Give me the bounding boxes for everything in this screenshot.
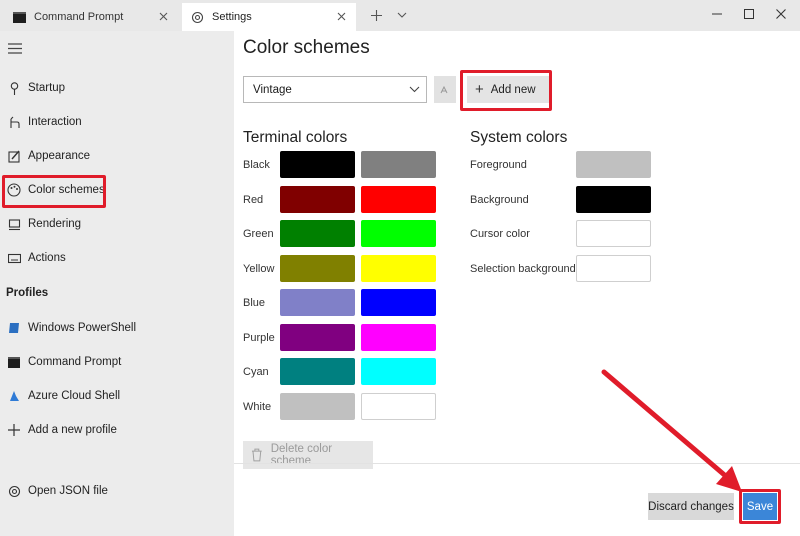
swatch-white[interactable]	[280, 393, 355, 420]
sidebar-item-label: Open JSON file	[28, 485, 108, 497]
swatch-blue[interactable]	[280, 289, 355, 316]
tab-command-prompt[interactable]: Command Prompt	[4, 3, 178, 31]
swatch-bright-red[interactable]	[361, 186, 436, 213]
add-new-highlight-box	[460, 70, 552, 111]
sidebar: Startup Interaction Appearance Color sch…	[0, 31, 234, 536]
interaction-icon	[6, 114, 22, 130]
swatch-selection-background[interactable]	[576, 255, 651, 282]
color-scheme-select[interactable]: Vintage	[243, 76, 427, 103]
sidebar-item-appearance[interactable]: Appearance	[0, 141, 234, 171]
color-label-cyan: Cyan	[243, 366, 269, 378]
tab-label: Command Prompt	[34, 11, 124, 23]
color-label-black: Black	[243, 159, 270, 171]
json-gear-icon	[6, 483, 22, 499]
sidebar-item-label: Add a new profile	[28, 424, 117, 436]
sidebar-item-label: Startup	[28, 82, 66, 94]
plus-icon	[6, 422, 22, 438]
sidebar-item-command-prompt[interactable]: Command Prompt	[0, 347, 234, 377]
close-window-icon[interactable]	[762, 0, 800, 28]
color-label-cursor: Cursor color	[470, 228, 530, 240]
color-label-yellow: Yellow	[243, 263, 275, 275]
title-bar: Command Prompt Settings	[0, 0, 800, 31]
rename-icon	[440, 85, 448, 93]
sidebar-item-add-profile[interactable]: Add a new profile	[0, 415, 234, 445]
chevron-down-icon[interactable]	[390, 4, 414, 26]
sidebar-item-windows-powershell[interactable]: Windows PowerShell	[0, 313, 234, 343]
save-highlight-box	[739, 489, 781, 524]
swatch-bright-yellow[interactable]	[361, 255, 436, 282]
close-icon[interactable]	[334, 9, 348, 23]
chevron-down-icon	[409, 84, 420, 96]
sidebar-item-label: Rendering	[28, 218, 82, 230]
swatch-yellow[interactable]	[280, 255, 355, 282]
sidebar-item-interaction[interactable]: Interaction	[0, 107, 234, 137]
startup-icon	[6, 80, 22, 96]
color-label-background: Background	[470, 194, 529, 206]
sidebar-item-label: Appearance	[28, 150, 91, 162]
swatch-green[interactable]	[280, 220, 355, 247]
page-title: Color schemes	[243, 37, 370, 58]
color-label-blue: Blue	[243, 297, 266, 309]
swatch-cursor[interactable]	[576, 220, 651, 247]
sidebar-item-label: Interaction	[28, 116, 82, 128]
color-label-foreground: Foreground	[470, 159, 527, 171]
color-schemes-highlight-box	[2, 175, 106, 208]
open-json-file-button[interactable]: Open JSON file	[0, 476, 234, 506]
swatch-cyan[interactable]	[280, 358, 355, 385]
color-scheme-select-value: Vintage	[253, 83, 292, 96]
swatch-bright-green[interactable]	[361, 220, 436, 247]
terminal-icon	[12, 10, 26, 24]
footer-divider	[234, 463, 800, 464]
azure-icon	[6, 388, 22, 404]
sidebar-item-azure-cloud-shell[interactable]: Azure Cloud Shell	[0, 381, 234, 411]
color-label-selection-background: Selection background	[470, 263, 576, 275]
color-label-green: Green	[243, 228, 274, 240]
swatch-bright-black[interactable]	[361, 151, 436, 178]
sidebar-item-label: Command Prompt	[28, 356, 122, 368]
close-icon[interactable]	[156, 9, 170, 23]
tab-label: Settings	[212, 11, 252, 23]
swatch-purple[interactable]	[280, 324, 355, 351]
swatch-black[interactable]	[280, 151, 355, 178]
sidebar-item-startup[interactable]: Startup	[0, 73, 234, 103]
terminal-icon	[6, 354, 22, 370]
swatch-bright-white[interactable]	[361, 393, 436, 420]
appearance-icon	[6, 148, 22, 164]
color-label-white: White	[243, 401, 272, 413]
swatch-bright-blue[interactable]	[361, 289, 436, 316]
color-label-red: Red	[243, 194, 264, 206]
swatch-bright-cyan[interactable]	[361, 358, 436, 385]
rename-scheme-button[interactable]	[434, 76, 456, 103]
discard-changes-button[interactable]: Discard changes	[648, 493, 734, 520]
main-panel: Color schemes Vintage + Add new Terminal…	[234, 31, 800, 536]
powershell-icon	[6, 320, 22, 336]
sidebar-item-label: Azure Cloud Shell	[28, 390, 121, 402]
sidebar-item-label: Actions	[28, 252, 66, 264]
profiles-header: Profiles	[6, 287, 49, 299]
new-tab-icon[interactable]	[364, 4, 388, 26]
rendering-icon	[6, 216, 22, 232]
color-label-purple: Purple	[243, 332, 275, 344]
delete-color-scheme-button[interactable]: Delete color scheme	[243, 441, 373, 469]
swatch-red[interactable]	[280, 186, 355, 213]
sidebar-item-actions[interactable]: Actions	[0, 243, 234, 273]
swatch-foreground[interactable]	[576, 151, 651, 178]
swatch-bright-purple[interactable]	[361, 324, 436, 351]
trash-icon	[251, 448, 262, 462]
gear-icon	[190, 10, 204, 24]
swatch-background[interactable]	[576, 186, 651, 213]
terminal-colors-title: Terminal colors	[243, 129, 348, 146]
tab-settings[interactable]: Settings	[182, 3, 356, 31]
sidebar-item-label: Windows PowerShell	[28, 322, 137, 334]
hamburger-menu-icon[interactable]	[8, 43, 22, 55]
system-colors-title: System colors	[470, 129, 568, 146]
sidebar-item-rendering[interactable]: Rendering	[0, 209, 234, 239]
keyboard-icon	[6, 250, 22, 266]
